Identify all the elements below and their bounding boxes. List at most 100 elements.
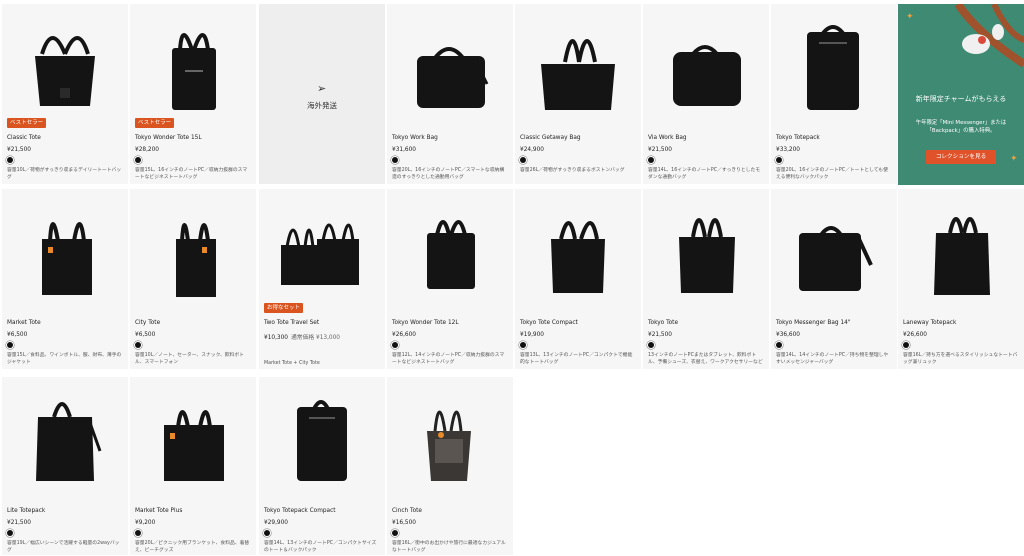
product-image[interactable]	[643, 189, 769, 315]
color-swatch-black[interactable]	[903, 342, 909, 348]
product-price: ¥28,200	[135, 147, 159, 153]
tote-bag-icon	[679, 218, 735, 293]
product-card-city-tote[interactable]: City Tote ¥6,500 容量10L／ノート、セーター、スナック、飲料ボ…	[130, 189, 256, 369]
product-card-two-tote-travel-set[interactable]: お得なセット Two Tote Travel Set ¥10,300 通常価格 ¥…	[259, 189, 385, 369]
product-image[interactable]	[387, 189, 513, 315]
product-name[interactable]: Tokyo Messenger Bag 14"	[776, 320, 851, 326]
color-swatch-black[interactable]	[392, 342, 398, 348]
product-card-cinch-tote[interactable]: Cinch Tote ¥16,500 容量16L／街中のお出かけや旅行に最適なカ…	[387, 377, 513, 555]
product-card-laneway-totepack[interactable]: Laneway Totepack ¥26,600 容量16L／持ち方を選べるスタ…	[898, 189, 1024, 369]
color-swatch-black[interactable]	[135, 157, 141, 163]
product-image[interactable]	[515, 4, 641, 130]
backpack-icon	[807, 25, 859, 110]
product-name[interactable]: Laneway Totepack	[903, 320, 956, 326]
product-card-market-tote[interactable]: Market Tote ¥6,500 容量15L／食料品、ワインボトル、服、財布…	[2, 189, 128, 369]
color-swatch-black[interactable]	[520, 342, 526, 348]
new-year-charm-promo-banner[interactable]: ✦ ✦ 新年限定チャームがもらえる 午年限定「Mini Messenger」また…	[898, 4, 1024, 185]
product-image[interactable]	[771, 189, 897, 315]
product-card-classic-getaway-bag[interactable]: Classic Getaway Bag ¥24,900 容量26L／荷物がすっき…	[515, 4, 641, 184]
color-swatch-black[interactable]	[520, 157, 526, 163]
product-description: 容量20L、16インチのノートPC／トートとしても使える便利なバックパック	[776, 168, 888, 180]
color-swatch-black[interactable]	[7, 157, 13, 163]
product-name[interactable]: Classic Getaway Bag	[520, 135, 581, 141]
product-card-lite-totepack[interactable]: Lite Totepack ¥21,500 容量19L／幅広いシーンで活躍する軽…	[2, 377, 128, 555]
product-name[interactable]: Tokyo Totepack Compact	[264, 508, 336, 514]
color-swatch-black[interactable]	[135, 530, 141, 536]
product-name[interactable]: Market Tote	[7, 320, 41, 326]
product-description: 容量12L、14インチのノートPC／収納力抜群のスマートなビジネストートバッグ	[392, 353, 505, 365]
product-image[interactable]	[898, 189, 1024, 315]
product-card-tokyo-totepack[interactable]: Tokyo Totepack ¥33,200 容量20L、16インチのノートPC…	[771, 4, 897, 184]
product-card-tokyo-totepack-compact[interactable]: Tokyo Totepack Compact ¥29,900 容量14L、13イ…	[259, 377, 385, 555]
product-card-tokyo-tote-compact[interactable]: Tokyo Tote Compact ¥19,900 容量13L、13インチのノ…	[515, 189, 641, 369]
color-swatch-black[interactable]	[135, 342, 141, 348]
product-card-market-tote-plus[interactable]: Market Tote Plus ¥9,200 容量20L／ピクニック用ブランケ…	[130, 377, 256, 555]
product-description: 容量10L／荷物がすっきり収まるデイリートートバッグ	[7, 168, 122, 180]
product-card-via-work-bag[interactable]: Via Work Bag ¥21,500 容量14L、16インチのノートPC／す…	[643, 4, 769, 184]
color-swatch-black[interactable]	[776, 342, 782, 348]
view-collection-button[interactable]: コレクションを見る	[926, 150, 996, 164]
product-image[interactable]	[259, 189, 385, 315]
product-description: 容量10L／ノート、セーター、スナック、飲料ボトル、スマートフォン	[135, 353, 244, 365]
product-image[interactable]	[130, 377, 256, 503]
product-image[interactable]	[515, 189, 641, 315]
international-shipping-card[interactable]: ➢ 海外発送	[259, 4, 385, 184]
color-swatch-black[interactable]	[648, 342, 654, 348]
color-swatch-black[interactable]	[7, 530, 13, 536]
product-name[interactable]: Tokyo Wonder Tote 15L	[135, 135, 202, 141]
product-name[interactable]: Tokyo Tote Compact	[520, 320, 578, 326]
international-shipping-label: 海外発送	[307, 101, 337, 110]
product-image[interactable]	[2, 4, 128, 130]
product-card-tokyo-wonder-tote-12l[interactable]: Tokyo Wonder Tote 12L ¥26,600 容量12L、14イン…	[387, 189, 513, 369]
product-description: 13インチのノートPCまたはタブレット、飲料ボトル、予備シューズ、衣替え、ワーク…	[648, 353, 763, 365]
product-image[interactable]	[2, 377, 128, 503]
product-card-tokyo-messenger-bag-14[interactable]: Tokyo Messenger Bag 14" ¥36,600 容量14L、14…	[771, 189, 897, 369]
product-description: 容量15L／食料品、ワインボトル、服、財布、薄手のジャケット	[7, 353, 122, 365]
color-swatch-black[interactable]	[648, 157, 654, 163]
product-name[interactable]: Two Tote Travel Set	[264, 320, 319, 326]
product-price: ¥9,200	[135, 520, 156, 526]
color-swatch-black[interactable]	[7, 342, 13, 348]
product-name[interactable]: Cinch Tote	[392, 508, 422, 514]
product-image[interactable]	[130, 189, 256, 315]
color-swatch-black[interactable]	[392, 530, 398, 536]
work-bag-icon	[673, 45, 741, 106]
color-swatch-black[interactable]	[776, 157, 782, 163]
product-image[interactable]	[130, 4, 256, 130]
product-image[interactable]	[259, 377, 385, 503]
product-name[interactable]: Tokyo Wonder Tote 12L	[392, 320, 459, 326]
product-price: ¥21,500	[7, 520, 31, 526]
messenger-bag-icon	[799, 226, 873, 291]
color-swatch-black[interactable]	[264, 530, 270, 536]
bundle-deal-badge: お得なセット	[264, 303, 304, 313]
product-card-tokyo-tote[interactable]: Tokyo Tote ¥21,500 13インチのノートPCまたはタブレット、飲…	[643, 189, 769, 369]
work-bag-icon	[417, 47, 489, 108]
promo-title: 新年限定チャームがもらえる	[915, 95, 1007, 103]
product-price: ¥29,900	[264, 520, 288, 526]
product-image[interactable]	[387, 4, 513, 130]
product-price: ¥21,500	[7, 147, 31, 153]
star-icon: ✦	[906, 12, 914, 22]
product-name[interactable]: Via Work Bag	[648, 135, 687, 141]
product-name[interactable]: City Tote	[135, 320, 160, 326]
product-card-tokyo-wonder-tote-15l[interactable]: ベストセラー Tokyo Wonder Tote 15L ¥28,200 容量1…	[130, 4, 256, 184]
product-card-classic-tote[interactable]: ベストセラー Classic Tote ¥21,500 容量10L／荷物がすっき…	[2, 4, 128, 184]
product-card-tokyo-work-bag[interactable]: Tokyo Work Bag ¥31,600 容量20L、16インチのノートPC…	[387, 4, 513, 184]
product-image[interactable]	[2, 189, 128, 315]
color-swatch-black[interactable]	[392, 157, 398, 163]
product-image[interactable]	[771, 4, 897, 130]
product-image[interactable]	[643, 4, 769, 130]
product-image[interactable]	[387, 377, 513, 503]
product-name[interactable]: Tokyo Tote	[648, 320, 678, 326]
product-name[interactable]: Tokyo Totepack	[776, 135, 820, 141]
product-name[interactable]: Classic Tote	[7, 135, 41, 141]
product-description: 容量16L／持ち方を選べるスタイリッシュなトートバッグ兼リュック	[903, 353, 1018, 365]
product-name[interactable]: Lite Totepack	[7, 508, 45, 514]
product-price: ¥36,600	[776, 332, 800, 338]
product-name[interactable]: Market Tote Plus	[135, 508, 182, 514]
product-grid: ベストセラー Classic Tote ¥21,500 容量10L／荷物がすっき…	[0, 0, 1024, 556]
product-name[interactable]: Tokyo Work Bag	[392, 135, 438, 141]
cinch-tote-icon	[427, 410, 471, 481]
promo-subtitle: 午年限定「Mini Messenger」または「Backpack」の購入特典。	[915, 120, 1007, 134]
product-description: Market Tote + City Tote	[264, 361, 320, 366]
